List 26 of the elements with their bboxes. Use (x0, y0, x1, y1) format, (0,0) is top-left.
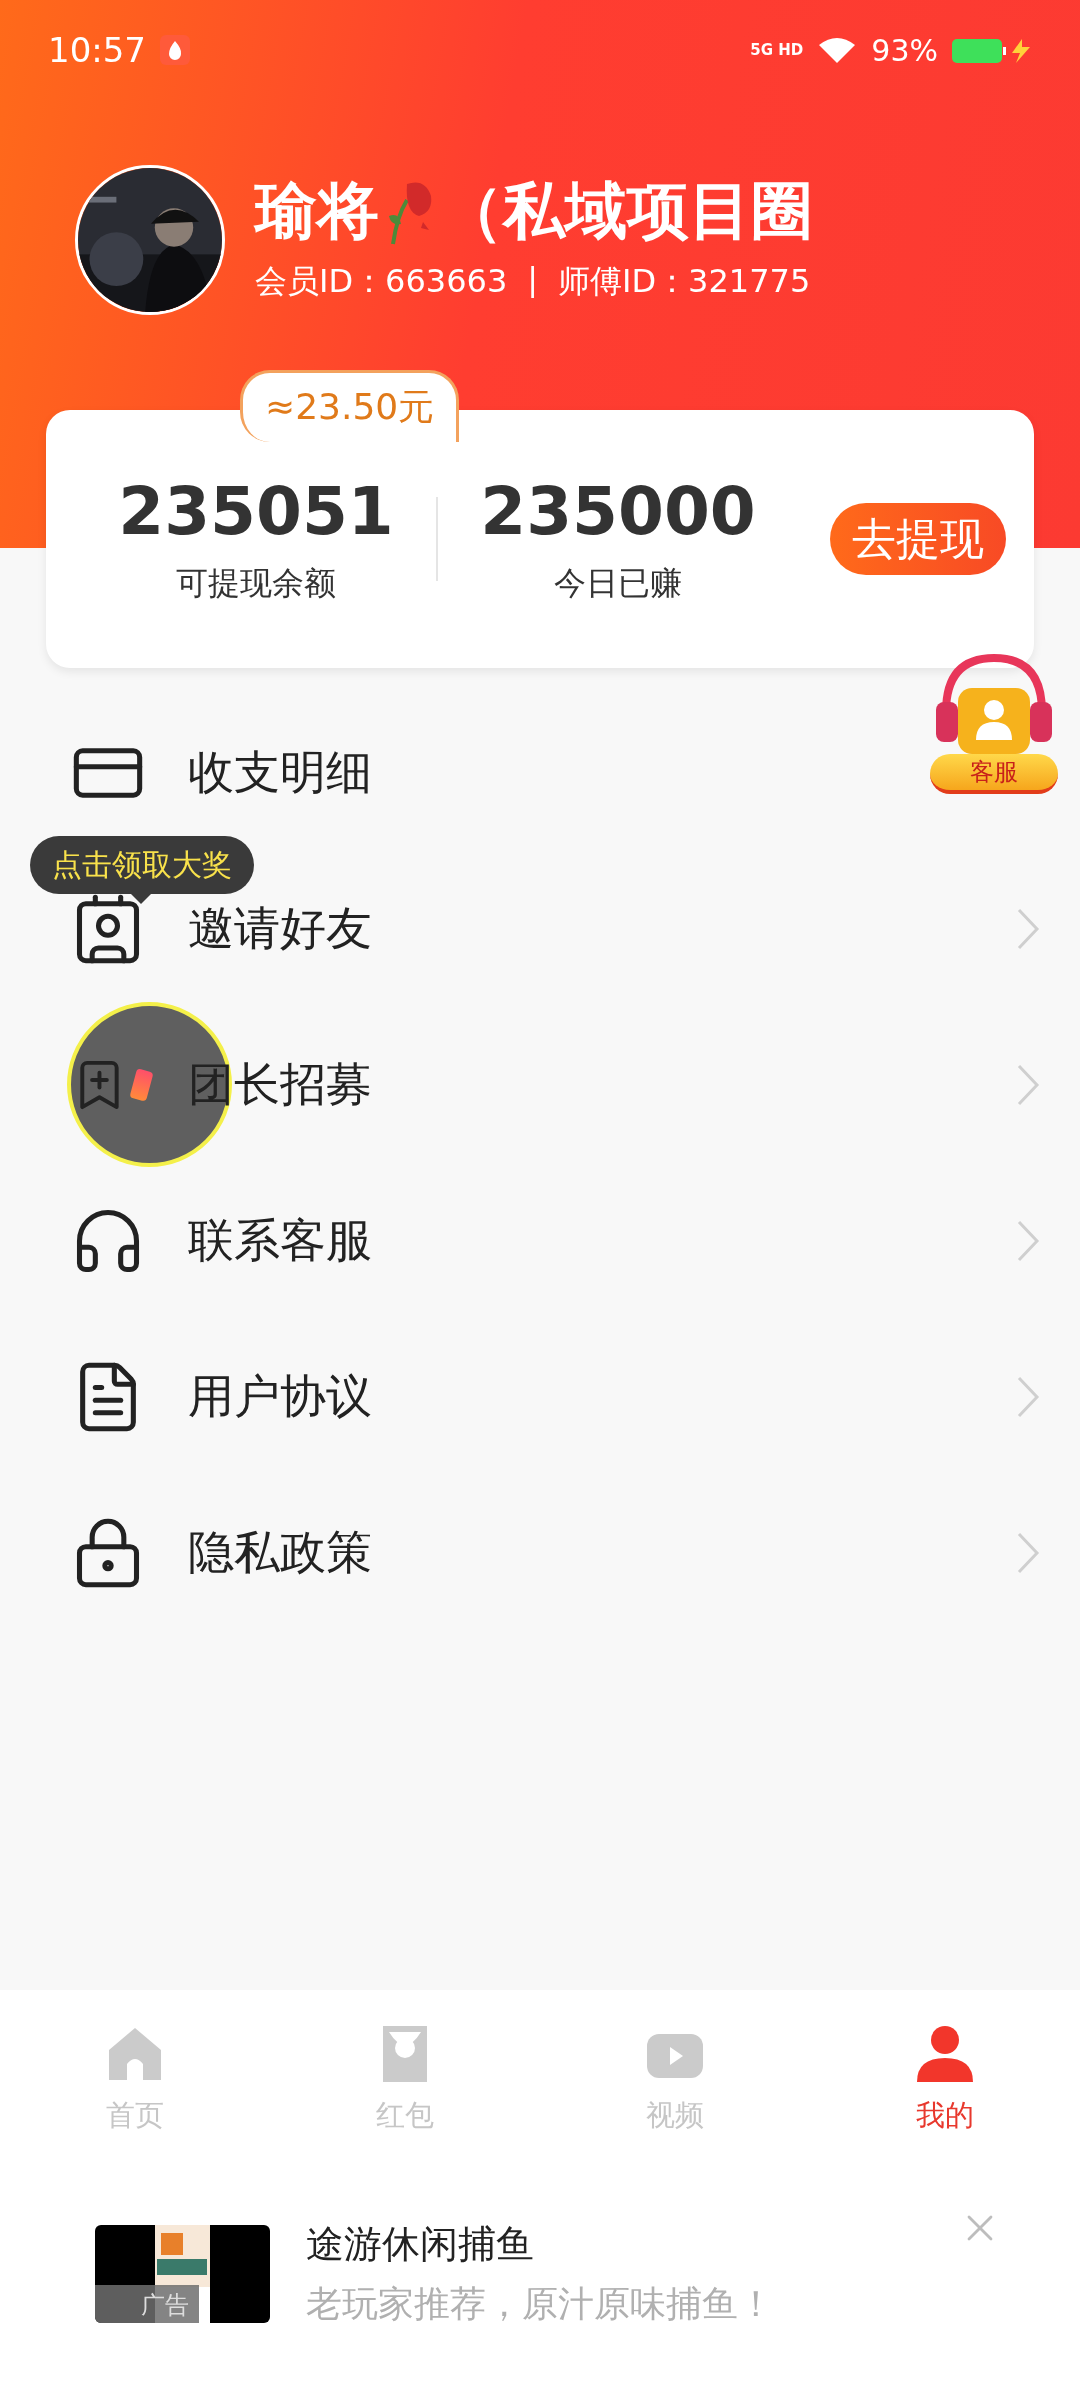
wifi-icon (817, 35, 858, 65)
menu-item[interactable]: 联系客服 (188, 1210, 372, 1272)
member-id: 会员ID：663663 (255, 261, 508, 302)
flame-icon (160, 35, 190, 65)
menu-item[interactable]: 用户协议 (188, 1366, 372, 1428)
stat-value: 235000 (480, 472, 756, 550)
menu-item[interactable]: 隐私政策 (188, 1522, 372, 1584)
user-name: 瑜将 (255, 176, 379, 246)
status-time: 10:57 (48, 30, 146, 70)
ad-subtitle: 老玩家推荐，原汁原味捕鱼！ (306, 2282, 774, 2326)
id-separator: | (527, 260, 538, 300)
tooltip-pointer (130, 893, 152, 904)
reward-tooltip: 点击领取大奖 (30, 836, 254, 894)
ad-tag: 广告 (95, 2285, 199, 2323)
network-label: 5G HD (750, 42, 804, 58)
master-id: 师傅ID：321775 (558, 261, 811, 302)
stat-value: 235051 (118, 472, 394, 550)
ad-title: 途游休闲捕鱼 (306, 2221, 535, 2268)
stat-label: 今日已赚 (554, 562, 682, 604)
nav-tab[interactable]: 我的 (810, 2022, 1080, 2136)
stat-label: 可提现余额 (176, 562, 336, 604)
estimate-badge: ≈23.50元 (240, 370, 460, 442)
battery-percent: 93% (871, 32, 938, 68)
menu-item[interactable]: 邀请好友 (188, 898, 372, 960)
group-name: （私域项目圈 (441, 176, 813, 246)
menu-item[interactable]: 收支明细 (188, 742, 372, 804)
